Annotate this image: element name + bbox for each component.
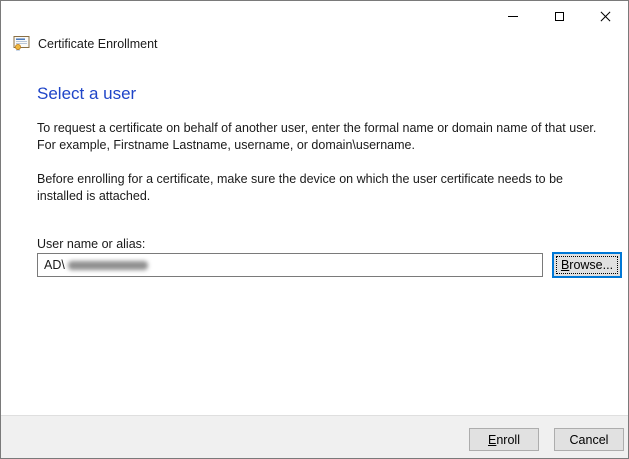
footer-bar: Enroll Cancel	[1, 415, 628, 458]
minimize-button[interactable]	[490, 1, 536, 31]
certificate-icon	[13, 35, 31, 52]
username-value-prefix: AD\	[44, 258, 65, 272]
browse-label-rest: rowse...	[569, 258, 613, 272]
cancel-label: Cancel	[570, 433, 609, 447]
enroll-button[interactable]: Enroll	[469, 428, 539, 451]
minimize-icon	[508, 16, 518, 17]
close-button[interactable]	[582, 1, 628, 31]
instruction-paragraph-1: To request a certificate on behalf of an…	[37, 120, 599, 154]
redacted-username-blur	[68, 261, 148, 270]
browse-button[interactable]: Browse...	[552, 252, 622, 278]
titlebar	[1, 1, 628, 31]
app-title: Certificate Enrollment	[38, 37, 158, 51]
username-label: User name or alias:	[37, 237, 145, 251]
close-icon	[600, 11, 611, 22]
enroll-label-rest: nroll	[496, 433, 520, 447]
cancel-button[interactable]: Cancel	[554, 428, 624, 451]
maximize-icon	[555, 12, 564, 21]
username-input[interactable]: AD\	[37, 253, 543, 277]
page-heading: Select a user	[37, 84, 136, 104]
wizard-header: Certificate Enrollment	[13, 35, 158, 52]
instruction-paragraph-2: Before enrolling for a certificate, make…	[37, 171, 599, 205]
certificate-enrollment-dialog: Certificate Enrollment Select a user To …	[0, 0, 629, 459]
maximize-button[interactable]	[536, 1, 582, 31]
